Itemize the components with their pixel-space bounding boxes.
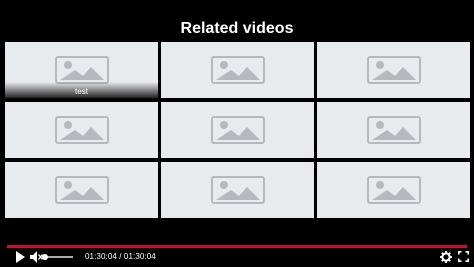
video-caption: test [75, 87, 88, 96]
image-placeholder-icon [210, 56, 265, 84]
related-videos-title: Related videos [180, 20, 294, 37]
image-placeholder-icon [54, 56, 109, 84]
image-placeholder-icon [54, 116, 109, 144]
related-video-tile[interactable] [317, 42, 470, 98]
image-placeholder-icon [366, 176, 421, 204]
time-display: 01:30:04 / 01:30:04 [85, 252, 156, 261]
progress-bar[interactable] [7, 245, 467, 248]
related-video-tile[interactable] [5, 102, 158, 158]
image-placeholder-icon [366, 56, 421, 84]
related-video-tile[interactable] [161, 162, 314, 218]
related-video-tile[interactable]: test [5, 42, 158, 98]
control-row: 01:30:04 / 01:30:04 [0, 250, 474, 264]
related-video-tile[interactable] [161, 102, 314, 158]
volume-slider-handle[interactable] [42, 254, 48, 260]
image-placeholder-icon [210, 176, 265, 204]
image-placeholder-icon [54, 176, 109, 204]
play-icon[interactable] [15, 251, 25, 263]
image-placeholder-icon [210, 116, 265, 144]
related-video-tile[interactable] [161, 42, 314, 98]
gear-icon[interactable] [440, 251, 452, 263]
volume-slider[interactable] [45, 256, 73, 258]
image-placeholder-icon [366, 116, 421, 144]
related-video-tile[interactable] [317, 162, 470, 218]
related-video-tile[interactable] [317, 102, 470, 158]
fullscreen-icon[interactable] [458, 251, 469, 262]
related-videos-grid: test [5, 42, 470, 218]
related-video-tile[interactable] [5, 162, 158, 218]
player-controls: 01:30:04 / 01:30:04 [0, 240, 474, 267]
